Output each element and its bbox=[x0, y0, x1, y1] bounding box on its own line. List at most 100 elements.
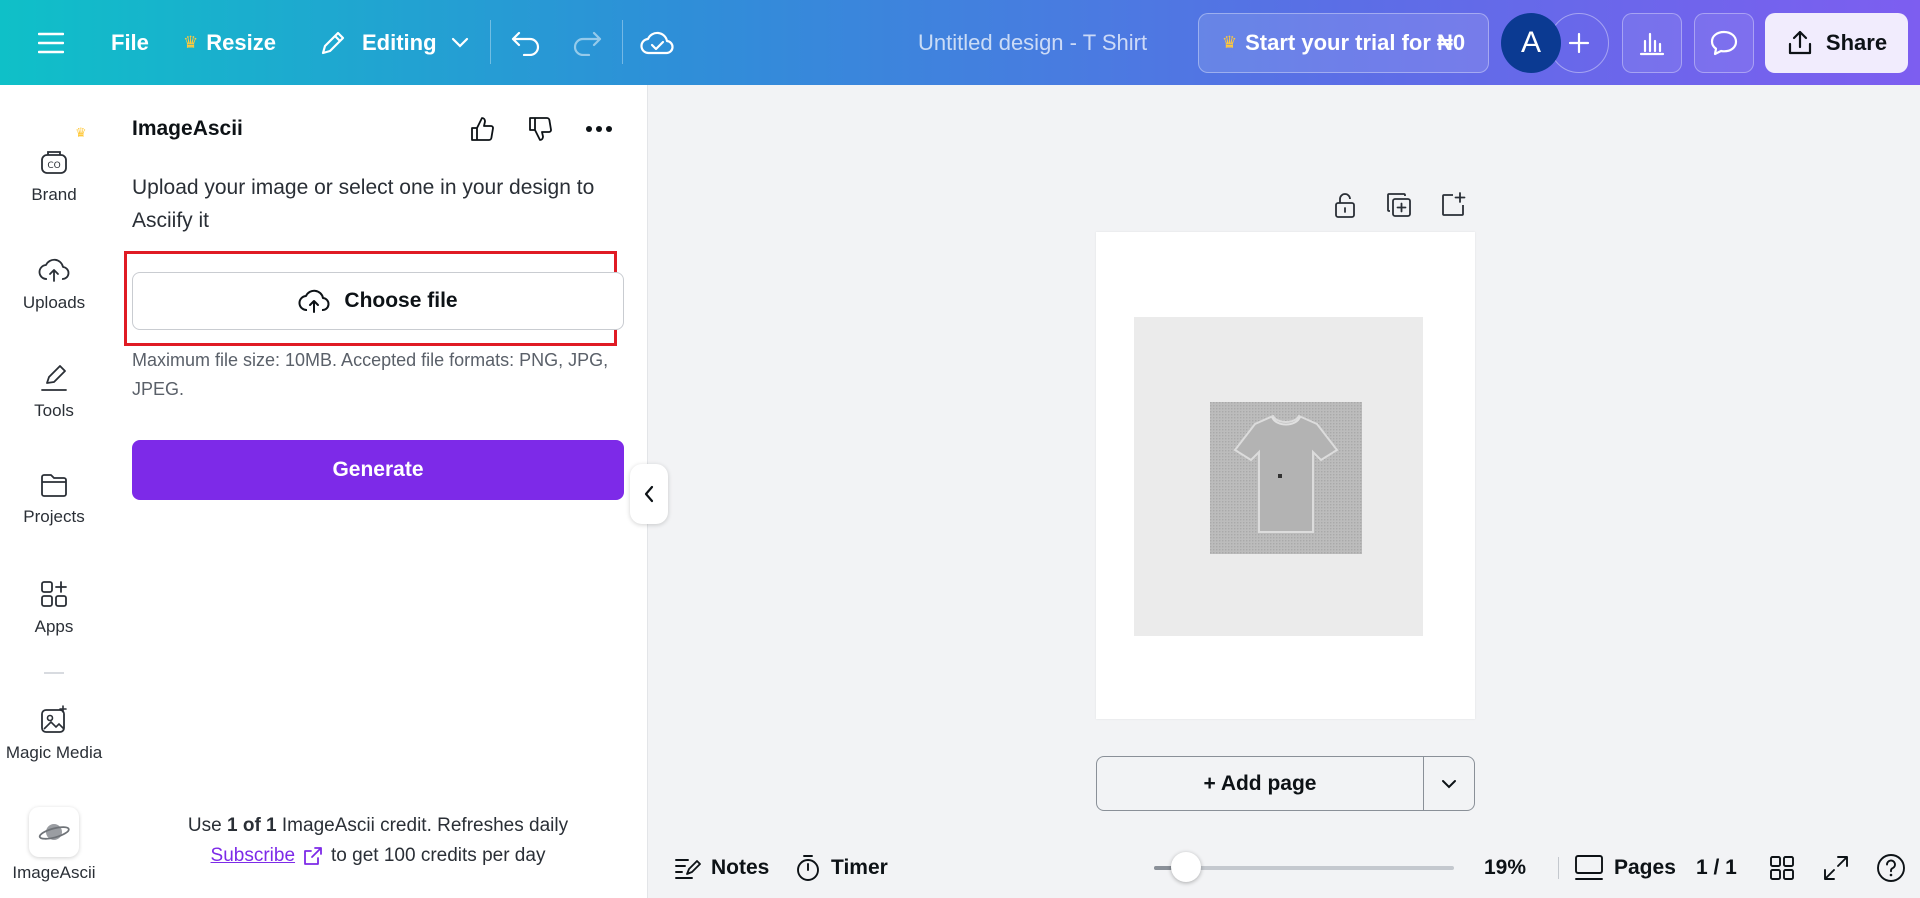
rail-label: Apps bbox=[34, 617, 74, 636]
rail-item-brand[interactable]: CO Brand bbox=[0, 147, 108, 205]
redo-icon bbox=[573, 31, 602, 56]
rail-item-uploads[interactable]: Uploads bbox=[0, 255, 108, 313]
rail-item-magic-media[interactable]: Magic Media bbox=[0, 705, 108, 763]
rail-item-apps[interactable]: Apps bbox=[0, 579, 108, 637]
generate-button[interactable]: Generate bbox=[132, 440, 624, 500]
avatar-letter: A bbox=[1520, 26, 1541, 59]
timer-label: Timer bbox=[831, 855, 888, 879]
choose-file-button[interactable]: Choose file bbox=[132, 272, 624, 330]
comments-button[interactable] bbox=[1694, 13, 1754, 73]
editing-label: Editing bbox=[362, 29, 437, 55]
zoom-slider-handle[interactable] bbox=[1170, 852, 1201, 882]
add-page-above-button[interactable] bbox=[1438, 190, 1468, 220]
start-trial-button[interactable]: ♛ Start your trial for ₦0 bbox=[1198, 13, 1489, 73]
timer-button[interactable]: Timer bbox=[795, 837, 888, 898]
design-page[interactable] bbox=[1096, 232, 1475, 719]
panel-description: Upload your image or select one in your … bbox=[132, 176, 595, 232]
save-status-button[interactable] bbox=[640, 0, 674, 85]
editing-dropdown[interactable]: Editing bbox=[318, 0, 469, 85]
more-options-button[interactable] bbox=[583, 113, 615, 145]
plus-icon bbox=[1568, 32, 1590, 54]
undo-icon bbox=[511, 31, 540, 56]
lock-page-button[interactable] bbox=[1330, 190, 1360, 220]
menu-button[interactable] bbox=[38, 0, 64, 85]
rail-label: Brand bbox=[31, 185, 77, 204]
credit-suffix: ImageAscii credit. Refreshes daily bbox=[276, 815, 569, 836]
design-title-text: Untitled design - T Shirt bbox=[918, 29, 1148, 55]
file-help-text: Maximum file size: 10MB. Accepted file f… bbox=[132, 350, 609, 399]
rail-label: Magic Media bbox=[5, 743, 103, 762]
notes-button[interactable]: Notes bbox=[673, 837, 769, 898]
chevron-left-icon bbox=[644, 485, 654, 503]
bar-chart-icon bbox=[1639, 32, 1665, 56]
collapse-panel-button[interactable] bbox=[630, 464, 668, 524]
resize-button[interactable]: ♛ Resize bbox=[183, 0, 276, 85]
design-title[interactable]: Untitled design - T Shirt bbox=[918, 0, 1147, 85]
subscribe-line: Subscribe to get 100 credits per day bbox=[108, 845, 648, 867]
file-label: File bbox=[111, 29, 149, 55]
pencil-icon bbox=[321, 31, 345, 54]
pages-label: Pages bbox=[1614, 855, 1676, 879]
add-page-options-button[interactable] bbox=[1424, 757, 1474, 810]
pen-tool-icon bbox=[41, 365, 67, 391]
subscribe-link[interactable]: Subscribe bbox=[211, 845, 296, 867]
cloud-upload-icon bbox=[298, 289, 330, 313]
credit-count: 1 of 1 bbox=[227, 815, 277, 836]
file-menu[interactable]: File bbox=[111, 0, 149, 85]
lock-icon bbox=[1335, 193, 1355, 218]
like-button[interactable] bbox=[466, 113, 498, 145]
zoom-percentage[interactable]: 19% bbox=[1484, 837, 1526, 898]
pages-icon bbox=[1575, 854, 1603, 880]
rail-item-imageascii[interactable]: ImageAscii bbox=[0, 807, 108, 883]
external-link-icon bbox=[304, 847, 322, 865]
share-button[interactable]: Share bbox=[1765, 13, 1908, 73]
duplicate-page-button[interactable] bbox=[1384, 190, 1414, 220]
magic-media-icon bbox=[41, 705, 67, 733]
crown-icon: ♛ bbox=[183, 32, 199, 52]
more-dots-icon bbox=[586, 126, 612, 132]
bottom-bar: Notes Timer 19% Pages 1 / 1 bbox=[649, 837, 1920, 898]
divider bbox=[622, 20, 623, 64]
divider bbox=[1558, 857, 1559, 879]
divider bbox=[490, 20, 491, 64]
grid-view-button[interactable] bbox=[1769, 837, 1795, 898]
dislike-button[interactable] bbox=[524, 113, 556, 145]
rail-item-projects[interactable]: Projects bbox=[0, 471, 108, 527]
help-icon bbox=[1877, 853, 1905, 882]
resize-label: Resize bbox=[206, 29, 276, 55]
rail-label: Uploads bbox=[22, 293, 86, 312]
add-page-button[interactable]: + Add page bbox=[1097, 757, 1424, 810]
svg-text:CO: CO bbox=[47, 161, 60, 171]
page-count: 1 / 1 bbox=[1696, 855, 1737, 879]
credit-info: Use 1 of 1 ImageAscii credit. Refreshes … bbox=[108, 815, 648, 837]
rail-item-tools[interactable]: Tools bbox=[0, 363, 108, 421]
help-button[interactable] bbox=[1876, 837, 1906, 898]
add-page-control: + Add page bbox=[1096, 756, 1475, 811]
page-counter: 1 / 1 bbox=[1696, 837, 1737, 898]
insights-button[interactable] bbox=[1622, 13, 1682, 73]
chevron-down-icon bbox=[1442, 779, 1456, 788]
rail-label: Projects bbox=[23, 507, 85, 526]
duplicate-icon bbox=[1387, 193, 1411, 217]
comment-icon bbox=[1710, 30, 1738, 56]
timer-icon bbox=[797, 854, 819, 881]
tshirt-background[interactable] bbox=[1134, 317, 1423, 636]
choose-file-label: Choose file bbox=[344, 289, 458, 312]
subscribe-suffix: to get 100 credits per day bbox=[331, 845, 546, 866]
ascii-tshirt-image[interactable] bbox=[1210, 402, 1362, 554]
zoom-value: 19% bbox=[1484, 855, 1527, 879]
share-label: Share bbox=[1825, 30, 1888, 55]
chevron-down-icon bbox=[451, 37, 468, 48]
crown-icon: ♛ bbox=[1221, 33, 1238, 52]
top-bar: File ♛ Resize Editing Untitled design - … bbox=[0, 0, 1920, 85]
pages-button[interactable]: Pages bbox=[1574, 837, 1676, 898]
share-upload-icon bbox=[1788, 30, 1812, 55]
brand-icon: CO bbox=[41, 151, 67, 174]
cloud-upload-icon bbox=[38, 258, 70, 282]
trial-label: Start your trial for ₦0 bbox=[1245, 30, 1466, 55]
undo-button[interactable] bbox=[510, 0, 542, 85]
fullscreen-button[interactable] bbox=[1823, 837, 1849, 898]
add-page-icon bbox=[1442, 192, 1466, 216]
avatar[interactable]: A bbox=[1501, 13, 1561, 73]
redo-button[interactable] bbox=[571, 0, 603, 85]
